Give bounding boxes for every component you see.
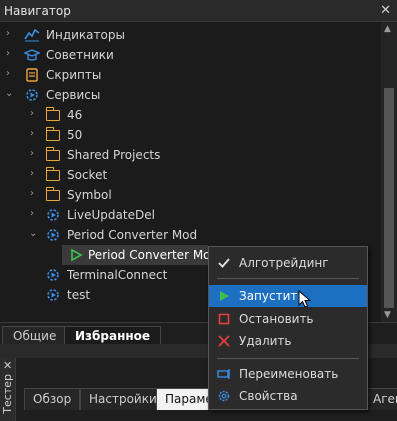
- menu-item-label: Запустить: [239, 289, 305, 303]
- tree-item-label: Period Converter Mod: [88, 248, 219, 262]
- folder-icon: [45, 167, 60, 181]
- tree-item-folder-50[interactable]: › 50: [0, 125, 381, 145]
- tree-item-label: 46: [67, 108, 83, 122]
- chevron-right-icon[interactable]: ›: [30, 128, 40, 139]
- tree-item-scripts[interactable]: › Скрипты: [0, 65, 381, 85]
- chevron-right-icon[interactable]: ›: [30, 208, 40, 219]
- tree-item-label: LiveUpdateDel: [67, 208, 155, 222]
- tree-item-label: test: [67, 288, 91, 302]
- tree-item-label: TerminalConnect: [67, 268, 168, 282]
- tab-common[interactable]: Общие: [2, 326, 68, 345]
- tree-item-folder-46[interactable]: › 46: [0, 105, 381, 125]
- tree-item-label: Скрипты: [46, 68, 102, 82]
- chevron-right-icon[interactable]: ›: [30, 188, 40, 199]
- tree-item-label: 50: [67, 128, 83, 142]
- menu-item-rename[interactable]: Переименовать: [209, 363, 367, 385]
- tree-item-label: Shared Projects: [67, 148, 161, 162]
- folder-icon: [45, 107, 60, 121]
- chevron-right-icon[interactable]: ›: [30, 108, 40, 119]
- folder-icon: [45, 127, 60, 141]
- tester-side-bar: ✕ Тестер: [0, 358, 16, 421]
- tab-agents[interactable]: Аген: [364, 388, 397, 410]
- tree-scrollbar[interactable]: ▲ ▼: [381, 22, 397, 322]
- chevron-right-icon[interactable]: ›: [6, 68, 16, 79]
- tab-favorites[interactable]: Избранное: [64, 326, 162, 345]
- folder-icon: [45, 147, 60, 161]
- chevron-right-icon[interactable]: ›: [30, 168, 40, 179]
- tree-item-folder-shared-projects[interactable]: › Shared Projects: [0, 145, 381, 165]
- delete-icon: [218, 335, 230, 347]
- close-icon[interactable]: ✕: [3, 359, 12, 372]
- menu-item-delete[interactable]: Удалить: [209, 330, 367, 352]
- tab-settings[interactable]: Настройки: [80, 388, 166, 410]
- tree-item-services[interactable]: ⌄ Сервисы: [0, 85, 381, 105]
- tree-item-label: Socket: [67, 168, 108, 182]
- tree-item-label: Индикаторы: [46, 28, 125, 42]
- chevron-right-icon[interactable]: ›: [30, 148, 40, 159]
- tree-item-label: Symbol: [67, 188, 112, 202]
- tree-item-liveupdatedel[interactable]: › LiveUpdateDel: [0, 205, 381, 225]
- advisors-icon: [24, 49, 40, 61]
- menu-item-label: Свойства: [239, 389, 298, 403]
- chevron-down-icon[interactable]: ⌄: [5, 88, 15, 99]
- services-icon: [26, 89, 38, 101]
- tree-item-folder-symbol[interactable]: › Symbol: [0, 185, 381, 205]
- scrollbar-thumb[interactable]: [384, 88, 394, 308]
- service-icon: [47, 229, 59, 241]
- tester-side-label: Тестер: [1, 374, 14, 414]
- play-icon: [71, 248, 83, 262]
- tree-item-label: Сервисы: [46, 88, 101, 102]
- close-icon[interactable]: ✕: [380, 3, 391, 18]
- menu-item-label: Остановить: [239, 312, 314, 326]
- menu-item-properties[interactable]: Свойства: [209, 385, 367, 407]
- menu-item-label: Переименовать: [239, 367, 339, 381]
- menu-item-start[interactable]: Запустить: [209, 285, 367, 307]
- tree-item-period-converter-mod[interactable]: ⌄ Period Converter Mod: [0, 225, 381, 245]
- menu-separator: [217, 358, 359, 359]
- tree-item-period-converter-mod-instance[interactable]: Period Converter Mod: [62, 245, 218, 265]
- chevron-right-icon[interactable]: ›: [6, 28, 16, 39]
- context-menu: Алготрейдинг Запустить Остановить Удалит…: [208, 246, 368, 410]
- chevron-down-icon[interactable]: ⌄: [29, 228, 39, 239]
- indicators-icon: [24, 28, 40, 42]
- gear-icon: [218, 390, 230, 402]
- menu-item-label: Удалить: [239, 334, 292, 348]
- check-icon: [218, 258, 230, 268]
- scroll-up-icon[interactable]: ▲: [384, 24, 391, 34]
- chevron-right-icon[interactable]: ›: [6, 48, 16, 59]
- folder-icon: [45, 187, 60, 201]
- play-icon: [220, 291, 229, 301]
- window-title: Навигатор: [4, 4, 71, 18]
- mouse-cursor-icon: [298, 290, 312, 308]
- navigator-titlebar: Навигатор ✕: [0, 0, 397, 22]
- scripts-icon: [26, 68, 38, 82]
- rename-icon: [217, 369, 230, 379]
- tree-item-indicators[interactable]: › Индикаторы: [0, 25, 381, 45]
- menu-item-algotrading[interactable]: Алготрейдинг: [209, 252, 367, 274]
- tree-item-label: Советники: [46, 48, 114, 62]
- stop-icon: [218, 313, 230, 325]
- tab-overview[interactable]: Обзор: [24, 388, 81, 410]
- tree-item-folder-socket[interactable]: › Socket: [0, 165, 381, 185]
- menu-item-label: Алготрейдинг: [239, 256, 329, 270]
- tree-item-advisors[interactable]: › Советники: [0, 45, 381, 65]
- menu-item-stop[interactable]: Остановить: [209, 308, 367, 330]
- service-icon: [47, 209, 59, 221]
- service-icon: [47, 289, 59, 301]
- menu-separator: [217, 278, 359, 279]
- tree-item-label: Period Converter Mod: [67, 228, 198, 242]
- scroll-down-icon[interactable]: ▼: [384, 310, 391, 320]
- service-icon: [47, 269, 59, 281]
